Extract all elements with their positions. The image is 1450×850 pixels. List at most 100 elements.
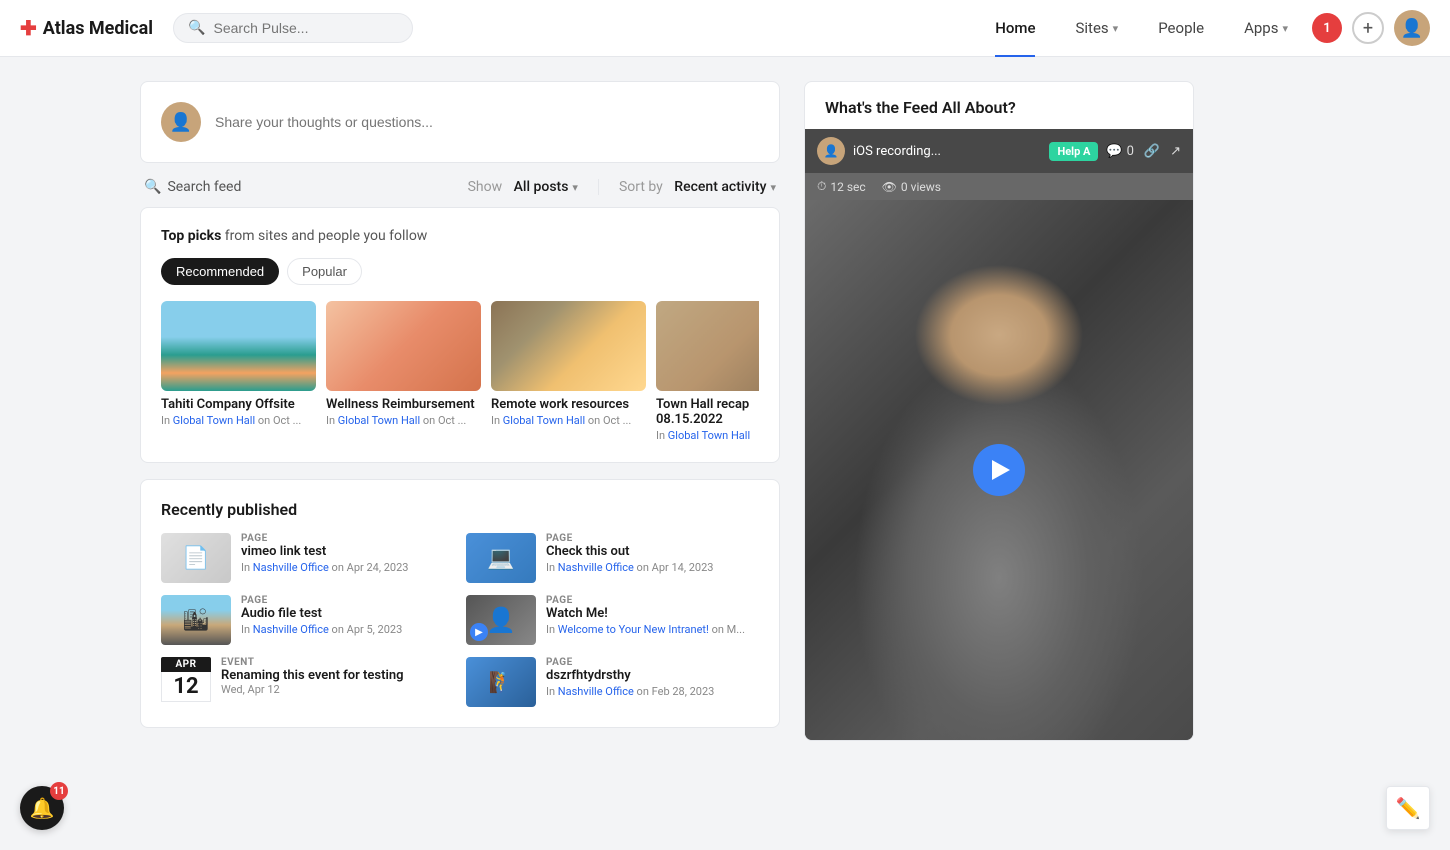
pick-item-remote[interactable]: Remote work resources In Global Town Hal… xyxy=(491,301,646,442)
pub-meta-checkthis: In Nashville Office on Apr 14, 2023 xyxy=(546,561,713,574)
sort-value: Recent activity xyxy=(674,179,766,195)
pick-thumb-remote xyxy=(491,301,646,391)
pub-title-checkthis: Check this out xyxy=(546,544,713,559)
comment-icon[interactable]: 💬 0 xyxy=(1106,144,1134,159)
nav-links: Home Sites ▾ People Apps ▾ xyxy=(979,0,1304,57)
notification-bell-icon: 🔔 xyxy=(30,796,55,820)
pub-thumb-vimeo: 📄 xyxy=(161,533,231,583)
pick-meta-townhall: In Global Town Hall xyxy=(656,429,759,442)
pub-info-audio: PAGE Audio file test In Nashville Office… xyxy=(241,595,402,636)
pub-item-audio[interactable]: 🏙 PAGE Audio file test In Nashville Offi… xyxy=(161,595,454,645)
user-avatar[interactable]: 👤 xyxy=(1394,10,1430,46)
app-logo[interactable]: ✚ Atlas Medical xyxy=(20,16,153,40)
pick-thumb-townhall xyxy=(656,301,759,391)
pub-title-audio: Audio file test xyxy=(241,606,402,621)
recently-published-card: Recently published 📄 PAGE vimeo link tes… xyxy=(140,479,780,728)
clock-icon: ⏱ xyxy=(817,179,826,194)
play-icon xyxy=(992,460,1010,480)
pick-title-remote: Remote work resources xyxy=(491,397,646,412)
search-feed-label: Search feed xyxy=(167,179,241,195)
video-user-avatar: 👤 xyxy=(817,137,845,165)
video-meta-bar: ⏱ 12 sec 👁 0 views xyxy=(805,173,1193,200)
pub-type-watchme: PAGE xyxy=(546,595,745,606)
pick-thumb-wellness xyxy=(326,301,481,391)
event-type: EVENT xyxy=(221,657,404,668)
pick-title-wellness: Wellness Reimbursement xyxy=(326,397,481,412)
play-button[interactable] xyxy=(973,444,1025,496)
notification-widget[interactable]: 🔔 11 xyxy=(20,786,64,830)
top-picks-heading: Top picks from sites and people you foll… xyxy=(161,228,759,244)
event-title: Renaming this event for testing xyxy=(221,668,404,683)
video-toolbar: 👤 iOS recording... Help A 💬 0 🔗 ↗ xyxy=(805,129,1193,173)
picks-grid: Tahiti Company Offsite In Global Town Ha… xyxy=(161,301,759,442)
pub-thumb-checkthis: 💻 xyxy=(466,533,536,583)
nav-home[interactable]: Home xyxy=(979,0,1051,57)
chat-icon: ✏️ xyxy=(1396,796,1421,820)
event-date-text: Wed, Apr 12 xyxy=(221,683,404,696)
pick-item-tahiti[interactable]: Tahiti Company Offsite In Global Town Ha… xyxy=(161,301,316,442)
play-overlay-icon: ▶ xyxy=(470,623,488,641)
post-composer[interactable]: 👤 xyxy=(140,81,780,163)
sort-filter[interactable]: Sort by Recent activity ▾ xyxy=(619,179,776,195)
composer-input[interactable] xyxy=(215,114,759,130)
video-actions: 💬 0 🔗 ↗ xyxy=(1106,144,1181,159)
apps-chevron-icon: ▾ xyxy=(1282,22,1288,35)
pick-item-townhall[interactable]: Town Hall recap 08.15.2022 In Global Tow… xyxy=(656,301,759,442)
link-icon[interactable]: 🔗 xyxy=(1144,144,1160,159)
pick-thumb-tahiti xyxy=(161,301,316,391)
external-link-icon[interactable]: ↗ xyxy=(1170,144,1181,159)
pub-type-checkthis: PAGE xyxy=(546,533,713,544)
event-day: 12 xyxy=(161,672,211,702)
pub-item-checkthis[interactable]: 💻 PAGE Check this out In Nashville Offic… xyxy=(466,533,759,583)
pick-title-tahiti: Tahiti Company Offsite xyxy=(161,397,316,412)
global-search-input[interactable] xyxy=(214,20,399,36)
chat-widget[interactable]: ✏️ xyxy=(1386,786,1430,830)
notification-button[interactable]: 1 xyxy=(1312,13,1342,43)
notification-badge: 11 xyxy=(50,782,68,800)
nav-apps[interactable]: Apps ▾ xyxy=(1228,0,1304,57)
video-duration: ⏱ 12 sec xyxy=(817,179,866,194)
search-feed-icon: 🔍 xyxy=(144,179,161,195)
logo-text: Atlas Medical xyxy=(43,18,153,39)
pub-meta-vimeo: In Nashville Office on Apr 24, 2023 xyxy=(241,561,408,574)
tab-popular[interactable]: Popular xyxy=(287,258,362,285)
help-badge[interactable]: Help A xyxy=(1049,142,1098,161)
pub-title-vimeo: vimeo link test xyxy=(241,544,408,559)
show-label: Show xyxy=(468,179,503,195)
pub-info-checkthis: PAGE Check this out In Nashville Office … xyxy=(546,533,713,574)
event-item[interactable]: APR 12 EVENT Renaming this event for tes… xyxy=(161,657,454,707)
top-picks-card: Top picks from sites and people you foll… xyxy=(140,207,780,463)
pub-title-dszr: dszrfhtydrsthy xyxy=(546,668,714,683)
pub-thumb-audio: 🏙 xyxy=(161,595,231,645)
show-value: All posts xyxy=(514,179,569,195)
logo-icon: ✚ xyxy=(20,16,37,40)
recently-published-title: Recently published xyxy=(161,500,759,519)
nav-actions: 1 + 👤 xyxy=(1312,10,1430,46)
add-button[interactable]: + xyxy=(1352,12,1384,44)
show-filter[interactable]: Show All posts ▾ xyxy=(468,179,578,195)
pick-meta-wellness: In Global Town Hall on Oct ... xyxy=(326,414,481,427)
top-picks-tabs: Recommended Popular xyxy=(161,258,759,285)
pick-title-townhall: Town Hall recap 08.15.2022 xyxy=(656,397,759,427)
pub-type-dszr: PAGE xyxy=(546,657,714,668)
event-month: APR xyxy=(161,657,211,672)
left-column: 👤 🔍 Search feed Show All posts ▾ Sort by… xyxy=(140,81,780,744)
pick-item-wellness[interactable]: Wellness Reimbursement In Global Town Ha… xyxy=(326,301,481,442)
pub-info-watchme: PAGE Watch Me! In Welcome to Your New In… xyxy=(546,595,745,636)
pub-item-watchme[interactable]: 👤 ▶ PAGE Watch Me! In Welcome to Your Ne… xyxy=(466,595,759,645)
global-search-bar[interactable]: 🔍 xyxy=(173,13,413,43)
pub-item-vimeo[interactable]: 📄 PAGE vimeo link test In Nashville Offi… xyxy=(161,533,454,583)
sort-chevron-icon: ▾ xyxy=(770,181,776,194)
pub-meta-audio: In Nashville Office on Apr 5, 2023 xyxy=(241,623,402,636)
pub-item-dszr[interactable]: 🧗 PAGE dszrfhtydrsthy In Nashville Offic… xyxy=(466,657,759,707)
pub-info-dszr: PAGE dszrfhtydrsthy In Nashville Office … xyxy=(546,657,714,698)
search-feed-button[interactable]: 🔍 Search feed xyxy=(144,179,241,195)
tab-recommended[interactable]: Recommended xyxy=(161,258,279,285)
video-player[interactable] xyxy=(805,200,1193,740)
pick-meta-remote: In Global Town Hall on Oct ... xyxy=(491,414,646,427)
nav-sites[interactable]: Sites ▾ xyxy=(1059,0,1134,57)
video-views: 👁 0 views xyxy=(882,180,941,194)
nav-people[interactable]: People xyxy=(1142,0,1220,57)
main-layout: 👤 🔍 Search feed Show All posts ▾ Sort by… xyxy=(0,57,1450,768)
feed-panel: What's the Feed All About? 👤 iOS recordi… xyxy=(804,81,1194,741)
